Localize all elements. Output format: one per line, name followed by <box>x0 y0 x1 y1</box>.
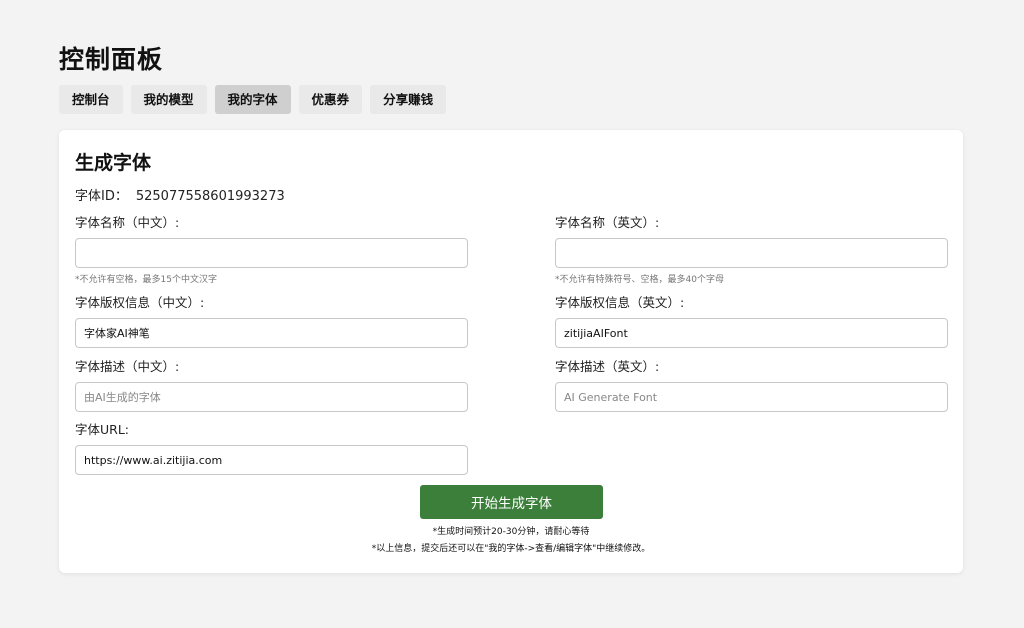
font-id-label: 字体ID： <box>75 189 128 204</box>
tab-my-models[interactable]: 我的模型 <box>130 85 207 114</box>
desc-cn-input[interactable] <box>75 382 468 412</box>
desc-en-input[interactable] <box>555 382 948 412</box>
edit-note: *以上信息，提交后还可以在"我的字体->查看/编辑字体"中继续修改。 <box>371 544 651 554</box>
copyright-en-input[interactable] <box>555 318 948 348</box>
copyright-cn-field: 字体版权信息（中文）: <box>75 295 468 348</box>
url-field: 字体URL: <box>75 422 468 475</box>
url-label: 字体URL: <box>75 422 130 437</box>
name-en-label: 字体名称（英文）: <box>555 215 660 230</box>
name-cn-field: 字体名称（中文）: *不允许有空格，最多15个中文汉字 <box>75 215 468 285</box>
tab-my-fonts[interactable]: 我的字体 <box>214 85 291 114</box>
desc-cn-field: 字体描述（中文）: <box>75 359 468 412</box>
tab-coupons[interactable]: 优惠券 <box>298 85 363 114</box>
desc-en-field: 字体描述（英文）: <box>555 359 948 412</box>
name-en-hint: *不允许有特殊符号、空格，最多40个字母 <box>555 275 724 285</box>
card-title: 生成字体 <box>75 152 152 174</box>
name-cn-hint: *不允许有空格，最多15个中文汉字 <box>75 275 217 285</box>
page-title: 控制面板 <box>59 45 164 74</box>
copyright-cn-input[interactable] <box>75 318 468 348</box>
url-input[interactable] <box>75 445 468 475</box>
generate-font-card: 生成字体 字体ID： 525077558601993273 字体名称（中文）: *… <box>59 130 963 573</box>
copyright-en-label: 字体版权信息（英文）: <box>555 295 685 310</box>
font-id-value: 525077558601993273 <box>135 189 285 204</box>
name-en-input[interactable] <box>555 238 948 268</box>
desc-en-label: 字体描述（英文）: <box>555 359 660 374</box>
tab-share-earn[interactable]: 分享赚钱 <box>370 85 447 114</box>
name-cn-input[interactable] <box>75 238 468 268</box>
page: 控制面板 控制台 我的模型 我的字体 优惠券 分享赚钱 生成字体 字体ID： 52… <box>0 0 1024 628</box>
generate-font-button[interactable]: 开始生成字体 <box>420 485 603 519</box>
copyright-cn-label: 字体版权信息（中文）: <box>75 295 205 310</box>
font-id-row: 字体ID： 525077558601993273 <box>75 185 285 204</box>
time-note: *生成时间预计20-30分钟，请耐心等待 <box>432 527 590 537</box>
name-en-field: 字体名称（英文）: *不允许有特殊符号、空格，最多40个字母 <box>555 215 948 285</box>
copyright-en-field: 字体版权信息（英文）: <box>555 295 948 348</box>
tab-dashboard[interactable]: 控制台 <box>59 85 123 114</box>
name-cn-label: 字体名称（中文）: <box>75 215 180 230</box>
desc-cn-label: 字体描述（中文）: <box>75 359 180 374</box>
tab-bar: 控制台 我的模型 我的字体 优惠券 分享赚钱 <box>59 85 447 114</box>
